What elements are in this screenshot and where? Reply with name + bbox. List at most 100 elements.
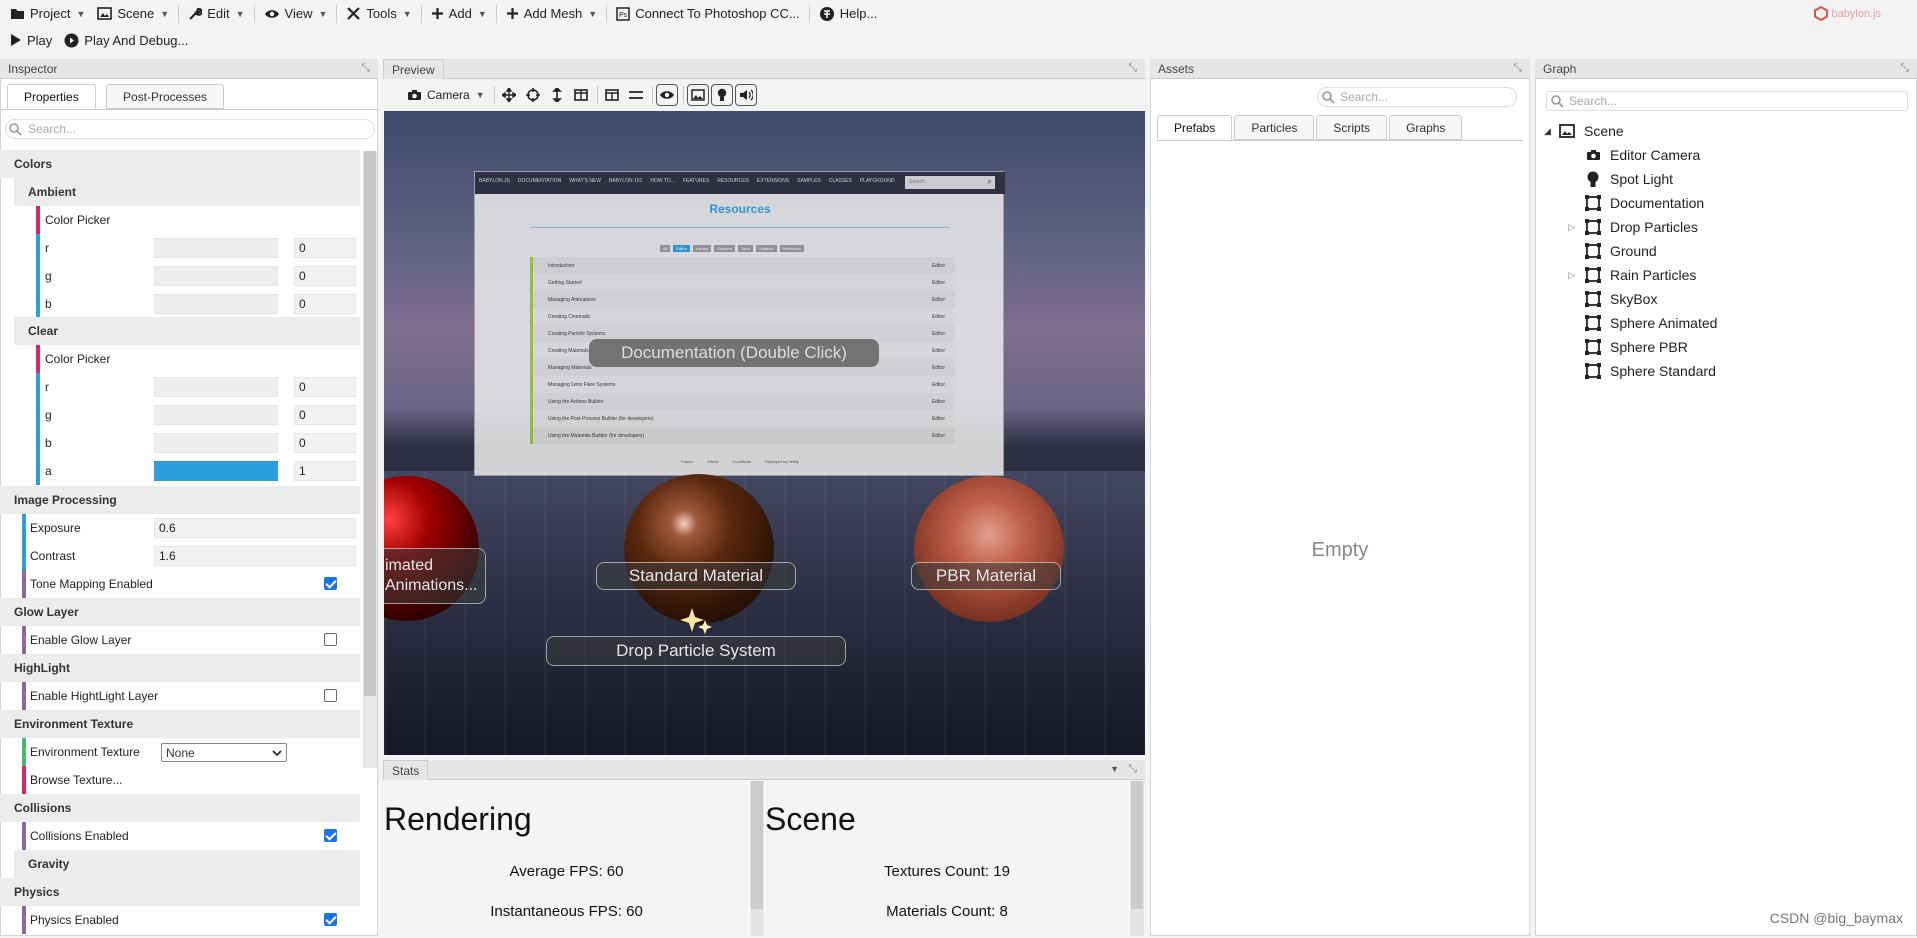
layout-rows-icon[interactable] (625, 84, 647, 106)
scrollbar-track[interactable] (1130, 781, 1144, 936)
collisions-enabled-checkbox[interactable] (324, 829, 337, 842)
standard-material-label[interactable]: Standard Material (596, 562, 796, 590)
menu-scene[interactable]: Scene ▼ (91, 0, 175, 27)
section-image-processing[interactable]: Image Processing (0, 486, 360, 514)
inspector-search-input[interactable]: Search... (5, 119, 375, 139)
stats-title[interactable]: Stats (383, 760, 429, 780)
graph-item-sphere-animated[interactable]: Sphere Animated (1584, 312, 1717, 334)
ambient-g-slider[interactable] (154, 266, 278, 286)
ambient-r-input[interactable]: 0 (294, 238, 356, 258)
section-colors[interactable]: Colors (0, 150, 360, 178)
env-texture-select[interactable]: None (161, 743, 287, 762)
enable-glow-checkbox[interactable] (324, 633, 337, 646)
tab-particles[interactable]: Particles (1234, 115, 1315, 140)
section-ambient[interactable]: Ambient (14, 178, 360, 206)
scrollbar-track[interactable] (363, 151, 377, 768)
play-debug-button[interactable]: Play And Debug... (58, 27, 194, 54)
caret-down-icon[interactable]: ▼ (1110, 764, 1119, 774)
tab-post-processes[interactable]: Post-Processes (106, 84, 225, 109)
layout-split-icon[interactable] (601, 84, 623, 106)
scale-gizmo-icon[interactable] (546, 84, 568, 106)
clear-b-input[interactable]: 0 (294, 433, 356, 453)
tab-prefabs[interactable]: Prefabs (1157, 115, 1233, 140)
exposure-input[interactable]: 0.6 (154, 518, 356, 538)
contrast-input[interactable]: 1.6 (154, 546, 356, 566)
ambient-r-slider[interactable] (154, 238, 278, 258)
graph-item-rain-particles[interactable]: ▷ Rain Particles (1568, 264, 1696, 286)
clear-a-slider[interactable] (154, 461, 278, 481)
browse-texture-button[interactable]: Browse Texture... (30, 766, 122, 794)
clear-b-slider[interactable] (154, 433, 278, 453)
enable-highlight-checkbox[interactable] (324, 689, 337, 702)
graph-item-editor-camera[interactable]: Editor Camera (1584, 144, 1700, 166)
play-button[interactable]: Play (4, 27, 58, 54)
graph-search-input[interactable]: Search... (1546, 91, 1908, 111)
clear-g-input[interactable]: 0 (294, 405, 356, 425)
drop-particle-label[interactable]: Drop Particle System (546, 636, 846, 666)
graph-item-sphere-pbr[interactable]: Sphere PBR (1584, 336, 1688, 358)
menu-tools[interactable]: Tools ▼ (340, 0, 417, 27)
assets-search-input[interactable]: Search... (1317, 87, 1517, 107)
section-gravity[interactable]: Gravity (14, 850, 360, 878)
section-glow-layer[interactable]: Glow Layer (0, 598, 360, 626)
ambient-b-input[interactable]: 0 (294, 294, 356, 314)
graph-item-sphere-standard[interactable]: Sphere Standard (1584, 360, 1716, 382)
lights-bulb-icon[interactable] (710, 84, 733, 106)
scrollbar-thumb[interactable] (1131, 781, 1143, 909)
section-highlight[interactable]: HighLight (0, 654, 360, 682)
section-physics[interactable]: Physics (0, 878, 360, 906)
maximize-icon[interactable]: ⤡ (1128, 763, 1137, 776)
pbr-material-label[interactable]: PBR Material (911, 562, 1061, 590)
tab-graphs[interactable]: Graphs (1389, 115, 1463, 140)
graph-item-spot-light[interactable]: Spot Light (1584, 168, 1673, 190)
graph-item-ground[interactable]: Ground (1584, 240, 1657, 262)
expand-caret-icon[interactable]: ▷ (1568, 222, 1584, 233)
clear-a-input[interactable]: 1 (294, 461, 356, 481)
graph-item-drop-particles[interactable]: ▷ Drop Particles (1568, 216, 1698, 238)
tab-properties[interactable]: Properties (7, 84, 96, 109)
clear-r-input[interactable]: 0 (294, 377, 356, 397)
scrollbar-thumb[interactable] (751, 781, 763, 909)
section-clear[interactable]: Clear (14, 317, 360, 345)
expand-caret-icon[interactable]: ▷ (1568, 270, 1584, 281)
ambient-b-slider[interactable] (154, 294, 278, 314)
tab-scripts[interactable]: Scripts (1316, 115, 1388, 140)
viewport-canvas[interactable]: BABYLON.JS DOCUMENTATION WHAT'S NEW BABY… (384, 111, 1145, 755)
section-environment-texture[interactable]: Environment Texture (0, 710, 360, 738)
graph-root-scene[interactable]: ◢ Scene (1544, 120, 1624, 142)
camera-dropdown[interactable]: Camera ▼ (401, 84, 491, 106)
menu-add[interactable]: Add ▼ (425, 0, 493, 27)
textures-image-icon[interactable] (686, 84, 709, 106)
visibility-eye-icon[interactable] (655, 84, 678, 106)
maximize-icon[interactable]: ⤡ (1900, 62, 1909, 75)
documentation-plane[interactable]: BABYLON.JS DOCUMENTATION WHAT'S NEW BABY… (474, 171, 1005, 476)
section-collisions[interactable]: Collisions (0, 794, 360, 822)
menu-view[interactable]: View ▼ (258, 0, 334, 27)
menu-project[interactable]: Project ▼ (4, 0, 91, 27)
move-gizmo-icon[interactable] (498, 84, 520, 106)
scrollbar-thumb[interactable] (364, 151, 376, 696)
menu-edit[interactable]: Edit ▼ (182, 0, 250, 27)
physics-enabled-checkbox[interactable] (324, 913, 337, 926)
tone-mapping-checkbox[interactable] (324, 577, 337, 590)
menu-photoshop[interactable]: Ps Connect To Photoshop CC... (610, 0, 806, 27)
scrollbar-track[interactable] (750, 781, 764, 936)
maximize-icon[interactable]: ⤡ (1128, 62, 1137, 75)
documentation-label[interactable]: Documentation (Double Click) (589, 339, 879, 367)
menu-add-mesh[interactable]: Add Mesh ▼ (500, 0, 603, 27)
clear-color-picker[interactable]: Color Picker (45, 345, 110, 373)
rotate-gizmo-icon[interactable] (522, 84, 544, 106)
maximize-icon[interactable]: ⤡ (361, 62, 370, 75)
menu-help[interactable]: Help... (813, 0, 884, 27)
graph-item-documentation[interactable]: Documentation (1584, 192, 1704, 214)
preview-title[interactable]: Preview (383, 59, 444, 79)
maximize-icon[interactable]: ⤡ (1513, 62, 1522, 75)
graph-item-skybox[interactable]: SkyBox (1584, 288, 1657, 310)
sphere-standard[interactable] (624, 474, 774, 624)
clear-r-slider[interactable] (154, 377, 278, 397)
ambient-color-picker[interactable]: Color Picker (45, 206, 110, 234)
clear-g-slider[interactable] (154, 405, 278, 425)
ambient-g-input[interactable]: 0 (294, 266, 356, 286)
bounding-box-icon[interactable] (570, 84, 592, 106)
sound-speaker-icon[interactable] (734, 84, 757, 106)
